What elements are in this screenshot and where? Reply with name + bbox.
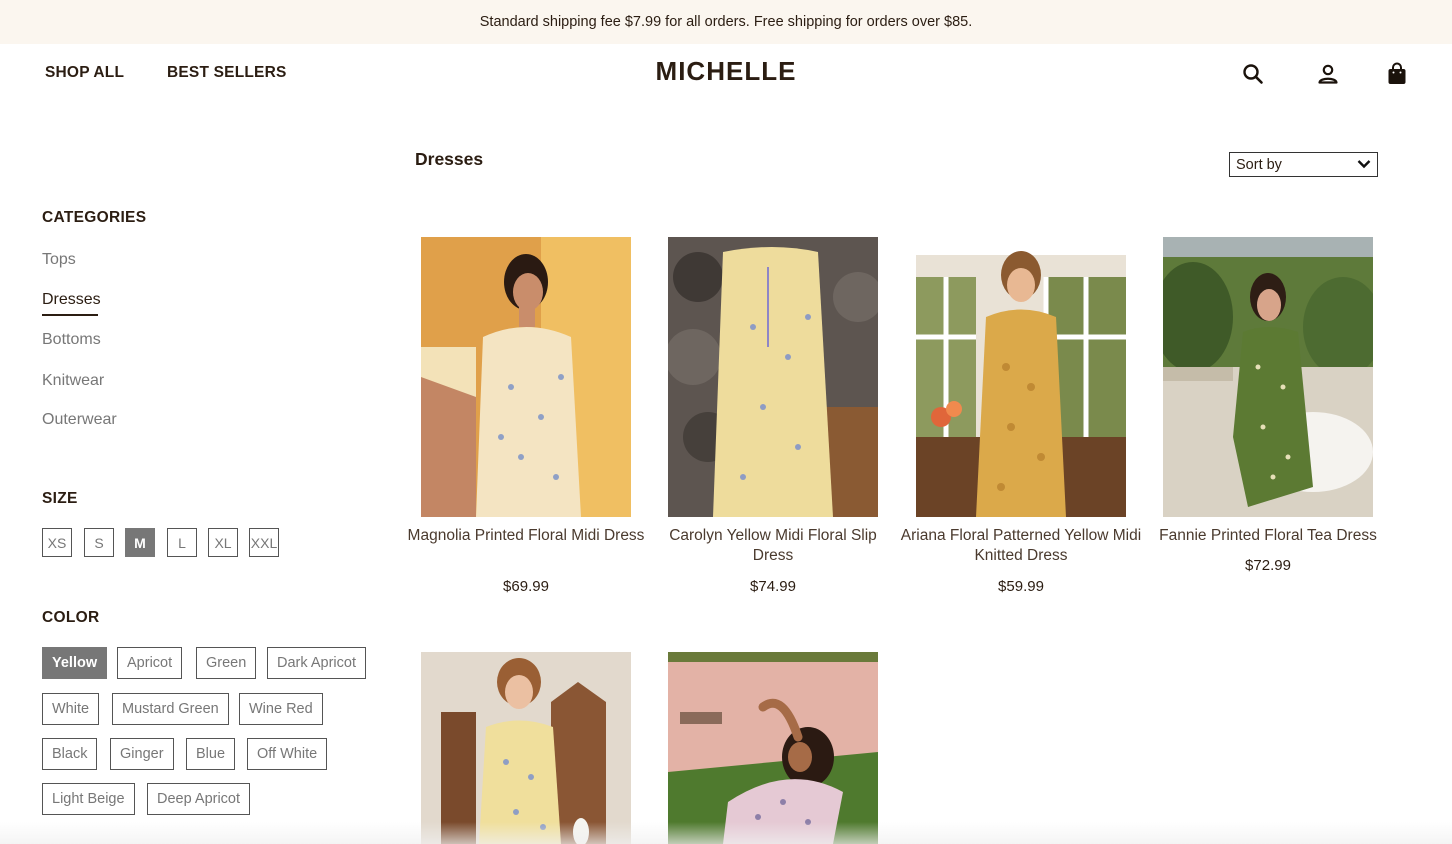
product-image[interactable] bbox=[668, 237, 878, 517]
sort-dropdown[interactable]: Sort by bbox=[1229, 152, 1378, 177]
product-name[interactable]: Carolyn Yellow Midi Floral Slip Dress bbox=[649, 526, 897, 566]
color-dark-apricot[interactable]: Dark Apricot bbox=[267, 647, 366, 679]
category-dresses[interactable]: Dresses bbox=[42, 291, 101, 309]
category-knitwear[interactable]: Knitwear bbox=[42, 372, 104, 390]
account-icon[interactable] bbox=[1316, 62, 1340, 86]
size-s[interactable]: S bbox=[84, 528, 114, 557]
shopping-bag-icon[interactable] bbox=[1385, 62, 1409, 86]
product-price: $74.99 bbox=[750, 578, 796, 595]
color-yellow[interactable]: Yellow bbox=[42, 647, 108, 679]
active-category-underline bbox=[42, 314, 98, 316]
announcement-bar: Standard shipping fee $7.99 for all orde… bbox=[0, 0, 1452, 44]
color-off-white[interactable]: Off White bbox=[247, 738, 328, 770]
product-image[interactable] bbox=[1163, 237, 1373, 517]
product-image[interactable] bbox=[421, 237, 631, 517]
color-wine-red[interactable]: Wine Red bbox=[239, 693, 323, 725]
color-deep-apricot[interactable]: Deep Apricot bbox=[147, 783, 251, 815]
category-bottoms[interactable]: Bottoms bbox=[42, 331, 101, 349]
color-title: COLOR bbox=[42, 609, 100, 626]
site-logo[interactable]: MICHELLE bbox=[0, 56, 1452, 87]
size-xs[interactable]: XS bbox=[42, 528, 72, 557]
color-blue[interactable]: Blue bbox=[186, 738, 236, 770]
size-xl[interactable]: XL bbox=[208, 528, 238, 557]
site-header: SHOP ALL BEST SELLERS MICHELLE bbox=[0, 44, 1452, 102]
product-name[interactable]: Fannie Printed Floral Tea Dress bbox=[1144, 526, 1392, 546]
size-title: SIZE bbox=[42, 490, 78, 507]
size-m[interactable]: M bbox=[125, 528, 155, 557]
category-outerwear[interactable]: Outerwear bbox=[42, 411, 117, 429]
color-green[interactable]: Green bbox=[196, 647, 257, 679]
product-price: $72.99 bbox=[1245, 557, 1291, 574]
size-xxl[interactable]: XXL bbox=[249, 528, 279, 557]
size-l[interactable]: L bbox=[167, 528, 197, 557]
product-name[interactable]: Ariana Floral Patterned Yellow Midi Knit… bbox=[897, 526, 1145, 566]
color-mustard-green[interactable]: Mustard Green bbox=[112, 693, 229, 725]
category-tops[interactable]: Tops bbox=[42, 251, 76, 269]
product-price: $69.99 bbox=[503, 578, 549, 595]
product-image[interactable] bbox=[916, 237, 1126, 517]
search-icon[interactable] bbox=[1241, 62, 1265, 86]
product-price: $59.99 bbox=[998, 578, 1044, 595]
color-apricot[interactable]: Apricot bbox=[117, 647, 183, 679]
announcement-text: Standard shipping fee $7.99 for all orde… bbox=[479, 14, 973, 30]
chevron-down-icon bbox=[1357, 157, 1371, 173]
product-image[interactable] bbox=[421, 652, 631, 844]
color-white[interactable]: White bbox=[42, 693, 100, 725]
product-name[interactable]: Magnolia Printed Floral Midi Dress bbox=[402, 526, 650, 546]
product-image[interactable] bbox=[668, 652, 878, 844]
color-black[interactable]: Black bbox=[42, 738, 98, 770]
page-title: Dresses bbox=[415, 149, 484, 169]
sort-label: Sort by bbox=[1236, 156, 1282, 173]
color-ginger[interactable]: Ginger bbox=[110, 738, 174, 770]
categories-title: CATEGORIES bbox=[42, 209, 147, 226]
color-light-beige[interactable]: Light Beige bbox=[42, 783, 135, 815]
